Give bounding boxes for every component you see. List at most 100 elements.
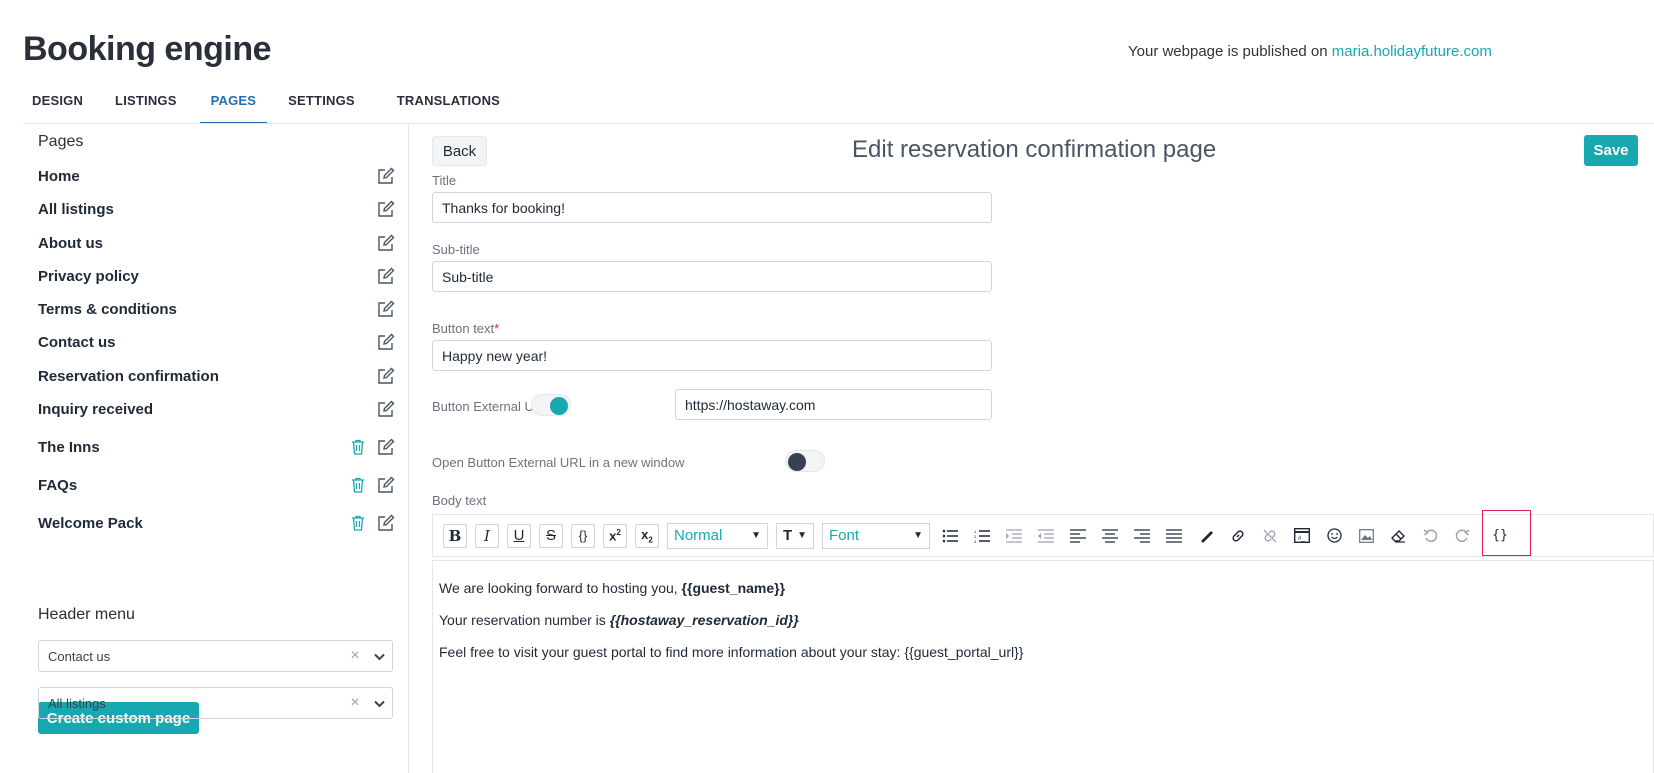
- header-menu-select-2[interactable]: All listings ×: [38, 687, 393, 719]
- sidebar-item-reservation-confirmation[interactable]: Reservation confirmation: [38, 364, 396, 388]
- align-justify-icon[interactable]: [1162, 524, 1186, 548]
- chevron-down-icon[interactable]: [366, 649, 392, 664]
- sidebar-item-label: All listings: [38, 200, 114, 218]
- subscript-icon[interactable]: x2: [635, 523, 659, 548]
- outdent-icon[interactable]: [1034, 524, 1058, 548]
- code-braces-icon[interactable]: {}: [571, 523, 595, 548]
- external-url-toggle[interactable]: [531, 394, 571, 416]
- tab-pages[interactable]: PAGES: [199, 86, 268, 124]
- body-text-editor[interactable]: We are looking forward to hosting you, {…: [432, 560, 1654, 773]
- sidebar-item-label: Privacy policy: [38, 267, 139, 285]
- highlight-box: [1482, 510, 1531, 556]
- sidebar-item-welcome-pack[interactable]: Welcome Pack: [38, 511, 396, 535]
- body-line-3: Feel free to visit your guest portal to …: [439, 644, 1024, 660]
- header-menu-select-1-value: Contact us: [48, 648, 111, 664]
- sidebar-item-all-listings[interactable]: All listings: [38, 197, 396, 221]
- clear-icon[interactable]: ×: [344, 647, 366, 665]
- title-input[interactable]: [432, 192, 992, 223]
- embed-code-icon[interactable]: #_: [1290, 524, 1314, 548]
- edit-icon[interactable]: [376, 266, 396, 286]
- unlink-icon[interactable]: [1258, 524, 1282, 548]
- tab-design[interactable]: DESIGN: [21, 86, 94, 124]
- font-family-select[interactable]: Font ▼: [822, 522, 930, 549]
- bold-icon[interactable]: B: [443, 523, 467, 548]
- page-title: Booking engine: [23, 30, 272, 68]
- guest-name-variable: {{guest_name}}: [681, 580, 786, 596]
- underline-icon[interactable]: U: [507, 523, 531, 548]
- align-left-icon[interactable]: [1066, 524, 1090, 548]
- external-url-input[interactable]: [675, 389, 992, 420]
- button-text-input[interactable]: [432, 340, 992, 371]
- align-center-icon[interactable]: [1098, 524, 1122, 548]
- sidebar-item-label: Welcome Pack: [38, 514, 143, 532]
- edit-icon[interactable]: [376, 299, 396, 319]
- undo-icon[interactable]: [1418, 524, 1442, 548]
- sidebar-item-privacy-policy[interactable]: Privacy policy: [38, 264, 396, 288]
- edit-page-title: Edit reservation confirmation page: [852, 136, 1217, 163]
- emoji-icon[interactable]: [1322, 524, 1346, 548]
- edit-icon[interactable]: [376, 399, 396, 419]
- tab-translations[interactable]: TRANSLATIONS: [386, 86, 511, 124]
- trash-icon[interactable]: [348, 475, 368, 495]
- italic-icon[interactable]: I: [475, 523, 499, 548]
- sidebar-item-terms-conditions[interactable]: Terms & conditions: [38, 297, 396, 321]
- edit-icon[interactable]: [376, 233, 396, 253]
- bulleted-list-icon[interactable]: [938, 524, 962, 548]
- sidebar-item-label: About us: [38, 234, 103, 252]
- title-label: Title: [432, 173, 457, 188]
- rich-text-toolbar: B I U S {} x2 x2 Normal ▼ T ▼ Font ▼ 123 #_…: [432, 514, 1654, 557]
- tab-listings[interactable]: LISTINGS: [104, 86, 188, 124]
- font-size-select[interactable]: T ▼: [776, 522, 814, 549]
- indent-icon[interactable]: [1002, 524, 1026, 548]
- link-icon[interactable]: [1226, 524, 1250, 548]
- svg-text:3: 3: [974, 539, 977, 543]
- back-button[interactable]: Back: [432, 136, 487, 166]
- superscript-icon[interactable]: x2: [603, 523, 627, 548]
- image-icon[interactable]: [1354, 524, 1378, 548]
- header-menu-select-1[interactable]: Contact us ×: [38, 640, 393, 672]
- sidebar-item-label: Contact us: [38, 333, 116, 351]
- sidebar-item-contact-us[interactable]: Contact us: [38, 330, 396, 354]
- chevron-down-icon[interactable]: [366, 696, 392, 711]
- strikethrough-icon[interactable]: S: [539, 523, 563, 548]
- numbered-list-icon[interactable]: 123: [970, 524, 994, 548]
- body-line-1: We are looking forward to hosting you, {…: [439, 580, 1653, 596]
- body-line-2-text: Your reservation number is: [439, 612, 610, 628]
- toggle-knob: [550, 397, 568, 415]
- sidebar-item-inquiry-received[interactable]: Inquiry received: [38, 397, 396, 421]
- eraser-icon[interactable]: [1386, 524, 1410, 548]
- edit-icon[interactable]: [376, 199, 396, 219]
- edit-icon[interactable]: [376, 475, 396, 495]
- subtitle-input[interactable]: [432, 261, 992, 292]
- trash-icon[interactable]: [348, 437, 368, 457]
- sidebar-item-about-us[interactable]: About us: [38, 231, 396, 255]
- sidebar-item-label: The Inns: [38, 438, 100, 456]
- clear-icon[interactable]: ×: [344, 694, 366, 712]
- new-window-toggle[interactable]: [785, 450, 825, 472]
- tab-bar: DESIGN LISTINGS PAGES SETTINGS TRANSLATI…: [23, 86, 511, 124]
- required-marker: *: [494, 321, 500, 336]
- published-link[interactable]: maria.holidayfuture.com: [1332, 43, 1492, 60]
- format-select-value: Normal: [674, 527, 723, 544]
- text-color-icon[interactable]: [1194, 524, 1218, 548]
- align-right-icon[interactable]: [1130, 524, 1154, 548]
- sidebar-item-faqs[interactable]: FAQs: [38, 473, 396, 497]
- tab-settings[interactable]: SETTINGS: [277, 86, 366, 124]
- pages-sidebar: Pages Home All listings About us Privacy po…: [23, 124, 409, 773]
- save-button[interactable]: Save: [1584, 135, 1638, 166]
- redo-icon[interactable]: [1450, 524, 1474, 548]
- edit-icon[interactable]: [376, 513, 396, 533]
- header-menu-heading: Header menu: [38, 606, 135, 623]
- edit-icon[interactable]: [376, 366, 396, 386]
- body-line-2: Your reservation number is {{hostaway_re…: [439, 612, 1653, 628]
- pages-heading: Pages: [38, 133, 84, 150]
- font-family-select-value: Font: [829, 527, 860, 544]
- format-select[interactable]: Normal ▼: [667, 522, 768, 549]
- header-menu-select-2-value: All listings: [48, 695, 106, 711]
- edit-icon[interactable]: [376, 166, 396, 186]
- trash-icon[interactable]: [348, 513, 368, 533]
- sidebar-item-the-inns[interactable]: The Inns: [38, 435, 396, 459]
- sidebar-item-home[interactable]: Home: [38, 164, 396, 188]
- edit-icon[interactable]: [376, 437, 396, 457]
- edit-icon[interactable]: [376, 332, 396, 352]
